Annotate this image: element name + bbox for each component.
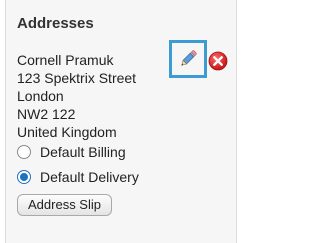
- default-billing-radio[interactable]: [17, 145, 31, 159]
- address-country: United Kingdom: [17, 124, 117, 140]
- address-block: Cornell Pramuk 123 Spektrix Street Londo…: [17, 51, 136, 141]
- default-delivery-radio[interactable]: [17, 170, 31, 184]
- default-delivery-label: Default Delivery: [40, 169, 139, 185]
- address-postcode: NW2 122: [17, 106, 76, 122]
- address-slip-button[interactable]: Address Slip: [17, 194, 112, 216]
- default-delivery-option[interactable]: Default Delivery: [17, 169, 139, 185]
- default-billing-label: Default Billing: [40, 144, 126, 160]
- pencil-icon: [181, 50, 197, 66]
- default-billing-option[interactable]: Default Billing: [17, 144, 126, 160]
- edit-address-button[interactable]: [169, 40, 207, 78]
- address-name: Cornell Pramuk: [17, 52, 114, 68]
- delete-address-button[interactable]: [208, 51, 228, 71]
- panel-title: Addresses: [17, 15, 94, 32]
- address-city: London: [17, 88, 64, 104]
- delete-icon: [208, 51, 228, 71]
- addresses-panel: Addresses Cornell Pramuk 123 Spektrix St…: [5, 0, 237, 243]
- address-street: 123 Spektrix Street: [17, 70, 137, 86]
